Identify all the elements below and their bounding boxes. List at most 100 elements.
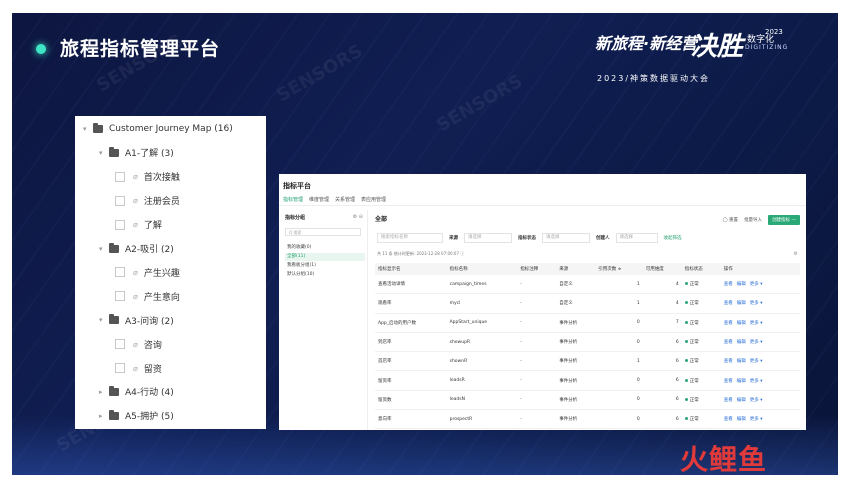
table-cell: 0 [595,370,643,391]
table-cell: 正常 [681,313,721,333]
tree-leaf-row[interactable]: ⌀ 产生意向 [115,287,180,305]
table-cell: 7 [642,313,682,333]
tree-leaf-row[interactable]: ⌀ 咨询 [115,335,162,353]
row-action-link[interactable]: 更多 ▾ [750,398,763,403]
reset-button[interactable]: ◯ 重置 [723,217,738,223]
group-sidebar-item[interactable]: 默认分组(10) [285,271,365,279]
row-action-link[interactable]: 查看 [724,282,733,287]
table-cell: 查看活动详情 [375,275,447,295]
table-cell: - [517,370,557,391]
table-cell: 留资率 [375,370,447,391]
table-header-cell[interactable]: 引用次数 ≑ [595,263,643,275]
tree-checkbox[interactable] [115,171,125,182]
row-action-link[interactable]: 更多 ▾ [750,379,763,384]
tree-label: A5-拥护 (5) [125,412,174,423]
tree-checkbox[interactable] [115,219,125,230]
row-action-link[interactable]: 更多 ▾ [750,340,763,345]
group-search-input[interactable]: Q 搜索 [285,228,361,236]
row-action-link[interactable]: 编辑 [737,379,746,384]
table-header-cell[interactable]: 指标显示名 [375,263,447,275]
row-actions: 查看 编辑 更多 ▾ [720,390,800,411]
table-header-cell[interactable]: 操作 [720,263,800,275]
table-header-cell[interactable]: 可用维度 [642,263,682,275]
row-action-link[interactable]: 更多 ▾ [750,417,763,422]
tree-label: A2-吸引 (2) [125,245,174,255]
row-action-link[interactable]: 更多 ▾ [750,301,763,306]
tree-label: 首次接触 [143,173,180,184]
row-action-link[interactable]: 查看 [724,379,733,384]
row-action-link[interactable]: 编辑 [737,417,746,422]
row-action-link[interactable]: 查看 [724,359,733,364]
tree-leaf-row[interactable]: ⌀ 产生兴趣 [115,263,180,281]
metric-search-input[interactable]: 搜索指标名称 [377,233,443,243]
tree-folder-row[interactable]: ▸ A5-拥护 (5) [99,407,174,425]
tree-folder-row[interactable]: ▾ Customer Journey Map (16) [83,120,233,138]
conference-brand: 新旅程·新经营 决胜 数字化 2023 DIGITIZING 2023/神策数据… [595,28,805,100]
tree-folder-row[interactable]: ▾ A3-问询 (2) [99,311,174,329]
caret-down-icon[interactable]: ▾ [99,149,109,157]
table-header-cell[interactable]: 指标名称 [446,263,518,275]
tree-checkbox[interactable] [115,195,125,206]
table-header-cell[interactable]: 指标注释 [517,263,557,275]
import-button[interactable]: 批量导入 [744,217,762,223]
tree-checkbox[interactable] [115,339,125,350]
row-action-link[interactable]: 更多 ▾ [750,359,763,364]
collapse-filter-link[interactable]: 收起筛选 [664,235,682,241]
tree-folder-row[interactable]: ▾ A2-吸引 (2) [99,240,174,258]
caret-down-icon[interactable]: ▾ [83,125,93,133]
tree-folder-row[interactable]: ▾ A1-了解 (3) [99,144,174,162]
group-tools-icon[interactable]: ⚙ ⊖ [353,214,363,220]
source-select[interactable]: 请选择 [464,233,512,243]
row-action-link[interactable]: 编辑 [737,340,746,345]
caret-right-icon[interactable]: ▸ [99,412,109,420]
status-dot-icon [684,359,688,363]
row-action-link[interactable]: 更多 ▾ [750,282,763,287]
row-action-link[interactable]: 更多 ▾ [750,321,763,326]
tree-checkbox[interactable] [115,267,125,278]
caret-down-icon[interactable]: ▾ [99,316,109,324]
table-header-cell[interactable]: 来源 [556,263,596,275]
table-cell: 正常 [681,351,721,372]
group-sidebar-item[interactable]: 我的收藏(0) [285,244,365,252]
tree-checkbox[interactable] [115,363,125,373]
status-select[interactable]: 请选择 [542,233,590,243]
owner-select[interactable]: 请选择 [615,233,658,243]
row-action-link[interactable]: 查看 [724,417,733,422]
row-action-link[interactable]: 查看 [724,301,733,306]
table-header-cell[interactable]: 指标状态 [681,263,721,275]
create-metric-button[interactable]: 创建指标 — [768,215,800,225]
row-action-link[interactable]: 编辑 [737,321,746,326]
table-cell: 意向率 [375,409,447,430]
row-action-link[interactable]: 查看 [724,340,733,345]
tree-leaf-row[interactable]: ⌀ 了解 [115,216,162,234]
tree-label: 留资 [143,364,162,375]
tree-checkbox[interactable] [115,291,125,302]
row-action-link[interactable]: 编辑 [737,301,746,306]
table-cell: shownR [446,351,518,372]
tree-label: 产生兴趣 [143,268,180,279]
row-action-link[interactable]: 查看 [724,398,733,403]
group-sidebar: 指标分组 ⚙ ⊖ Q 搜索 我的收藏(0) 全部(11) 我看板分组(1) 默认分组(… [283,210,368,430]
group-sidebar-item[interactable]: 全部(11) [285,253,365,261]
caret-down-icon[interactable]: ▾ [99,245,109,253]
caret-right-icon[interactable]: ▸ [99,388,109,396]
row-action-link[interactable]: 编辑 [737,359,746,364]
row-action-link[interactable]: 查看 [724,321,733,326]
gear-icon[interactable]: ⚙ [794,251,798,257]
row-action-link[interactable]: 编辑 [737,282,746,287]
table-cell: - [517,332,557,353]
table-cell: mycl [446,293,518,314]
corner-watermark-logo: 火鲤鱼 [680,443,768,476]
main-heading: 全部 [375,216,388,223]
tree-leaf-row[interactable]: ⌀ 留资 [115,359,162,377]
brand-logo-text: 新旅程·新经营 [595,34,698,53]
brand-digitizing: DIGITIZING [745,44,789,51]
group-sidebar-item[interactable]: 我看板分组(1) [285,262,365,270]
table-cell: 到店率 [375,332,447,353]
row-action-link[interactable]: 编辑 [737,398,746,403]
tree-leaf-row[interactable]: ⌀ 首次接触 [115,168,180,186]
table-cell: 观看率 [375,293,447,314]
tree-leaf-row[interactable]: ⌀ 注册会员 [115,192,180,210]
table-cell: 6 [642,351,682,372]
tree-folder-row[interactable]: ▸ A4-行动 (4) [99,383,174,401]
